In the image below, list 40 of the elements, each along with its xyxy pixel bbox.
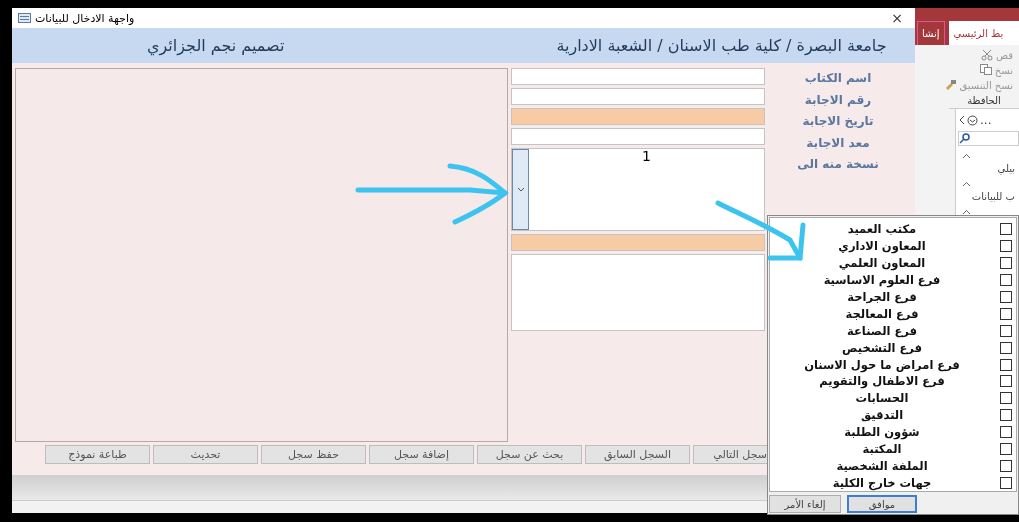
- field-label: معد الاجابة: [806, 134, 870, 152]
- nav-group-header[interactable]: بيلي: [956, 163, 1019, 174]
- option-label: الملفة الشخصية: [835, 458, 929, 473]
- form-button[interactable]: إضافة سجل: [369, 445, 474, 464]
- form-button[interactable]: السجل السابق: [585, 445, 690, 464]
- nav-group-header[interactable]: ب للبيانات: [956, 191, 1019, 202]
- option-label: الحسابات: [854, 391, 910, 406]
- option-label: فرع العلوم الاساسية: [822, 273, 942, 288]
- cancel-button[interactable]: إلغاء الأمر: [769, 495, 841, 513]
- combo-box[interactable]: 1: [511, 148, 765, 231]
- option-label: المكتبة: [861, 442, 903, 456]
- option-label: مكتب العميد: [846, 222, 918, 237]
- option-label: فرع الصناعة: [846, 323, 918, 338]
- field-label: نسخة منه الى: [797, 156, 879, 173]
- window-title: واجهة الادخال للبيانات: [35, 11, 135, 25]
- designer-credit: تصميم نجم الجزائري: [147, 36, 285, 55]
- nav-pane-title: ...: [980, 113, 992, 127]
- option-label: جهات خارج الكلية: [831, 475, 933, 490]
- ok-button[interactable]: موافق: [847, 495, 917, 513]
- ribbon-tab[interactable]: إنشا: [917, 21, 945, 45]
- form-button[interactable]: طباعة نموذج: [45, 445, 150, 464]
- ribbon-tab[interactable]: يط الرئيسي: [948, 21, 1019, 45]
- field-label: رقم الاجابة: [804, 91, 872, 109]
- option-label: فرع امراض ما حول الاسنان: [803, 357, 961, 372]
- form-button[interactable]: حفظ سجل: [261, 445, 366, 464]
- option-label: المعاون العلمي: [837, 256, 927, 271]
- option-label: المعاون الاداري: [837, 239, 927, 254]
- option-label: التدقيق: [859, 408, 905, 423]
- option-label: فرع المعالجة: [844, 306, 920, 321]
- option-label: شؤون الطلبة: [843, 425, 921, 440]
- form-header-title: جامعة البصرة / كلية طب الاسنان / الشعبة الادارية: [556, 36, 887, 55]
- close-button[interactable]: ×: [891, 10, 903, 26]
- combo-value: 1: [641, 149, 652, 166]
- form-button[interactable]: تحديث: [153, 445, 258, 464]
- option-label: فرع الاطفال والتقويم: [818, 374, 946, 389]
- field-label: اسم الكتاب: [804, 70, 872, 87]
- option-label: فرع الجراحة: [846, 290, 918, 304]
- option-label: فرع التشخيص: [841, 340, 923, 355]
- form-button[interactable]: بحث عن سجل: [477, 445, 582, 464]
- field-label: تاريخ الاجابة: [802, 113, 874, 130]
